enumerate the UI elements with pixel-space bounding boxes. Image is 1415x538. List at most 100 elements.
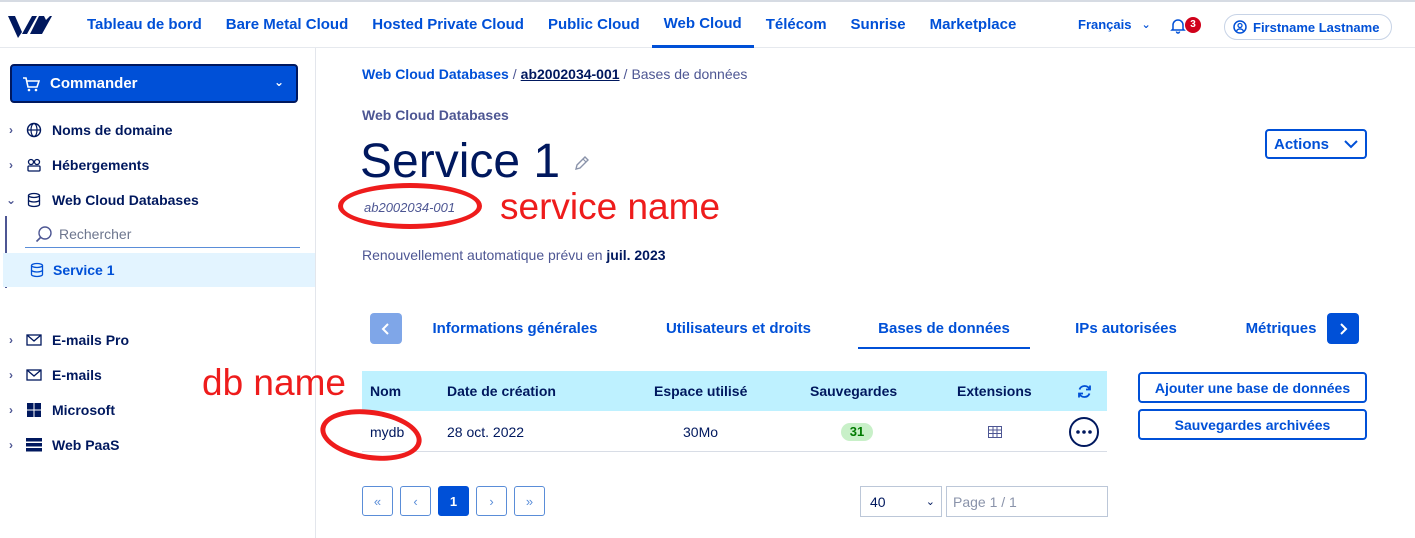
page-number-input[interactable]: Page 1 / 1 — [946, 486, 1108, 517]
sidebar-item-hosting[interactable]: › Hébergements — [0, 151, 316, 179]
cart-icon — [23, 76, 40, 91]
archived-backups-button[interactable]: Sauvegardes archivées — [1138, 409, 1367, 440]
language-selector[interactable]: Français ⌄ — [1078, 2, 1151, 48]
sidebar-item-label: E-mails — [52, 367, 102, 383]
items-per-page-value: 40 — [870, 493, 886, 510]
nav-telecom[interactable]: Télécom — [754, 2, 839, 48]
pagination-prev-button[interactable]: ‹ — [400, 486, 431, 516]
chevron-right-icon: › — [9, 158, 13, 172]
column-header-name[interactable]: Nom — [370, 383, 401, 399]
nav-public-cloud[interactable]: Public Cloud — [536, 2, 652, 48]
sidebar-item-web-cloud-databases[interactable]: ⌄ Web Cloud Databases — [0, 186, 316, 214]
order-button-label: Commander — [50, 75, 138, 92]
refresh-icon[interactable] — [1077, 384, 1092, 399]
chevron-left-icon — [381, 322, 389, 335]
search-icon — [35, 225, 52, 242]
service-name-highlight-oval — [338, 183, 482, 229]
column-header-extensions[interactable]: Extensions — [957, 383, 1032, 399]
database-icon — [24, 191, 44, 209]
cell-creation-date: 28 oct. 2022 — [447, 424, 525, 440]
tab-databases[interactable]: Bases de données — [858, 312, 1030, 349]
windows-icon — [24, 401, 44, 419]
nav-tableau-de-bord[interactable]: Tableau de bord — [75, 2, 214, 48]
tab-metrics[interactable]: Métriques — [1240, 312, 1322, 349]
tabs-next-button[interactable] — [1327, 313, 1359, 344]
cell-space-used: 30Mo — [683, 424, 719, 440]
chevron-down-icon: ⌄ — [5, 193, 17, 207]
table-header: Nom Date de création Espace utilisé Sauv… — [362, 371, 1107, 411]
user-icon — [1233, 20, 1247, 34]
breadcrumb-web-cloud-databases[interactable]: Web Cloud Databases — [362, 66, 509, 82]
pagination-first-button[interactable]: « — [362, 486, 393, 516]
column-header-backups[interactable]: Sauvegardes — [810, 383, 897, 399]
mail-icon — [24, 366, 44, 384]
column-header-creation-date[interactable]: Date de création — [447, 383, 556, 399]
renewal-text: Renouvellement automatique prévu en — [362, 247, 603, 263]
user-name: Firstname Lastname — [1253, 19, 1380, 35]
chevron-down-icon: ⌄ — [925, 496, 935, 508]
sidebar-item-label: Noms de domaine — [52, 122, 173, 138]
table-grid-icon[interactable] — [988, 426, 1002, 438]
nav-web-cloud[interactable]: Web Cloud — [651, 2, 754, 48]
chevron-right-icon — [1340, 322, 1348, 335]
sidebar-item-label: Hébergements — [52, 157, 150, 173]
renewal-info: Renouvellement automatique prévu en juil… — [362, 247, 666, 263]
column-header-space-used[interactable]: Espace utilisé — [654, 383, 747, 399]
breadcrumb-separator: / — [623, 66, 628, 82]
breadcrumb: Web Cloud Databases / ab2002034-001 / Ba… — [362, 66, 747, 82]
sidebar-item-label: E-mails Pro — [52, 332, 130, 348]
database-icon — [30, 262, 44, 278]
sidebar-item-label: Microsoft — [52, 402, 115, 418]
sidebar-item-label: Web Cloud Databases — [52, 192, 199, 208]
chevron-right-icon: › — [9, 438, 13, 452]
tab-authorized-ips[interactable]: IPs autorisées — [1068, 312, 1184, 349]
nav-sunrise[interactable]: Sunrise — [839, 2, 918, 48]
table-row: mydb 28 oct. 2022 30Mo 31 — [362, 411, 1107, 452]
sidebar: Commander ⌄ › Noms de domaine › Hébergem… — [0, 48, 316, 538]
backups-count-badge: 31 — [841, 423, 873, 441]
bell-icon — [1170, 19, 1186, 34]
actions-button[interactable]: Actions — [1265, 129, 1367, 159]
breadcrumb-service-id[interactable]: ab2002034-001 — [521, 66, 620, 82]
globe-icon — [24, 121, 44, 139]
page-title: Service 1 — [360, 135, 561, 188]
chevron-down-icon: ⌄ — [1141, 19, 1151, 31]
sidebar-item-label: Service 1 — [53, 262, 115, 278]
nav-bare-metal-cloud[interactable]: Bare Metal Cloud — [214, 2, 361, 48]
stack-icon — [24, 436, 44, 454]
sidebar-search-input[interactable]: Rechercher — [25, 220, 300, 248]
sidebar-item-domain-names[interactable]: › Noms de domaine — [0, 116, 316, 144]
notifications-count-badge: 3 — [1185, 17, 1201, 33]
pagination-next-button[interactable]: › — [476, 486, 507, 516]
ovh-logo[interactable] — [6, 12, 52, 40]
language-label: Français — [1078, 17, 1132, 32]
nav-hosted-private-cloud[interactable]: Hosted Private Cloud — [360, 2, 536, 48]
sidebar-item-label: Web PaaS — [52, 437, 120, 453]
notifications-button[interactable]: 3 — [1170, 16, 1204, 36]
tab-users-rights[interactable]: Utilisateurs et droits — [656, 312, 821, 349]
add-database-button[interactable]: Ajouter une base de données — [1138, 372, 1367, 403]
row-actions-button[interactable] — [1069, 417, 1099, 447]
user-menu-button[interactable]: Firstname Lastname — [1224, 14, 1393, 40]
order-button[interactable]: Commander ⌄ — [10, 64, 298, 103]
sidebar-item-web-paas[interactable]: › Web PaaS — [0, 431, 316, 459]
breadcrumb-separator: / — [512, 66, 517, 82]
service-name-annotation: service name — [500, 186, 721, 227]
chevron-down-icon: ⌄ — [273, 75, 284, 89]
edit-pencil-icon[interactable] — [572, 153, 592, 173]
search-placeholder: Rechercher — [59, 225, 132, 242]
tab-general-info[interactable]: Informations générales — [422, 312, 608, 349]
db-name-annotation: db name — [202, 362, 346, 403]
more-options-icon — [1076, 430, 1092, 434]
chevron-right-icon: › — [9, 123, 13, 137]
sidebar-item-emails-pro[interactable]: › E-mails Pro — [0, 326, 316, 354]
breadcrumb-current: Bases de données — [631, 66, 748, 82]
tabs-previous-button[interactable] — [370, 313, 402, 344]
pagination-page-1[interactable]: 1 — [438, 486, 469, 516]
sidebar-item-service-1[interactable]: Service 1 — [3, 253, 315, 287]
pagination-last-button[interactable]: » — [514, 486, 545, 516]
items-per-page-select[interactable]: 40 ⌄ — [860, 486, 942, 517]
top-navigation-bar: Tableau de bord Bare Metal Cloud Hosted … — [0, 0, 1415, 48]
nav-marketplace[interactable]: Marketplace — [918, 2, 1029, 48]
main-nav: Tableau de bord Bare Metal Cloud Hosted … — [75, 2, 1028, 48]
